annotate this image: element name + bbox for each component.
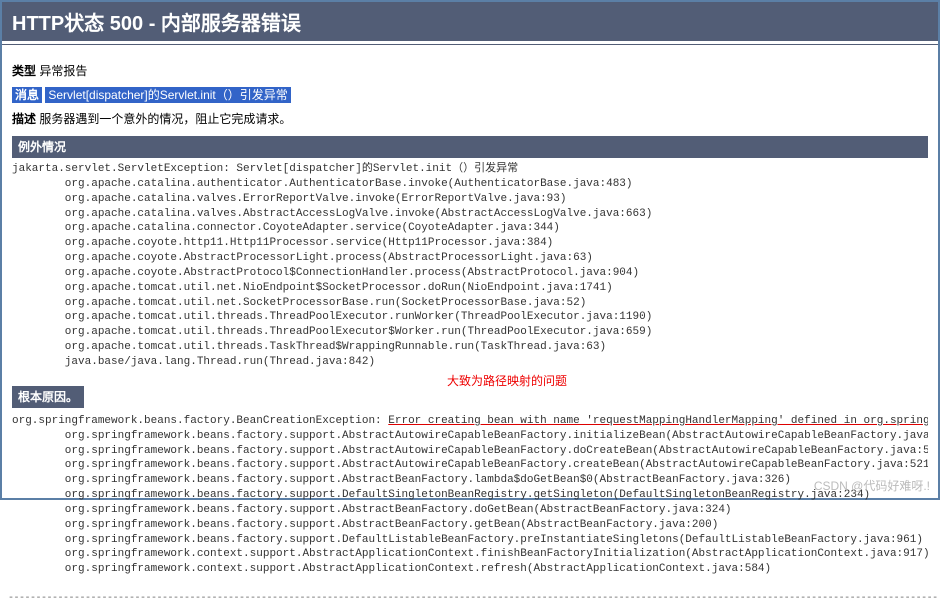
bottom-divider: ----------------------------------------… bbox=[2, 593, 938, 604]
divider bbox=[2, 44, 938, 45]
type-row: 类型 异常报告 bbox=[12, 62, 928, 80]
root-cause-highlight: Error creating bean with name 'requestMa… bbox=[388, 415, 928, 427]
root-cause-section-header: 根本原因。 bbox=[12, 386, 84, 408]
error-content: 类型 异常报告 消息 Servlet[dispatcher]的Servlet.i… bbox=[2, 48, 938, 593]
exception-section-header: 例外情况 bbox=[12, 136, 928, 158]
description-row: 描述 服务器遇到一个意外的情况，阻止它完成请求。 bbox=[12, 110, 928, 128]
message-row: 消息 Servlet[dispatcher]的Servlet.init（）引发异… bbox=[12, 86, 928, 104]
message-value: Servlet[dispatcher]的Servlet.init（）引发异常 bbox=[45, 87, 290, 103]
type-value: 异常报告 bbox=[39, 64, 87, 78]
watermark: CSDN @代码好难呀.! bbox=[814, 477, 930, 494]
root-cause-prefix: org.springframework.beans.factory.BeanCr… bbox=[12, 415, 388, 427]
description-value: 服务器遇到一个意外的情况，阻止它完成请求。 bbox=[39, 112, 291, 126]
page-title: HTTP状态 500 - 内部服务器错误 bbox=[2, 2, 938, 41]
exception-stacktrace: jakarta.servlet.ServletException: Servle… bbox=[12, 162, 928, 370]
type-label: 类型 bbox=[12, 64, 36, 78]
description-label: 描述 bbox=[12, 112, 36, 126]
annotation-text: 大致为路径映射的问题 bbox=[447, 372, 567, 389]
message-label: 消息 bbox=[12, 87, 42, 103]
root-cause-stacktrace: org.springframework.beans.factory.BeanCr… bbox=[12, 414, 928, 577]
